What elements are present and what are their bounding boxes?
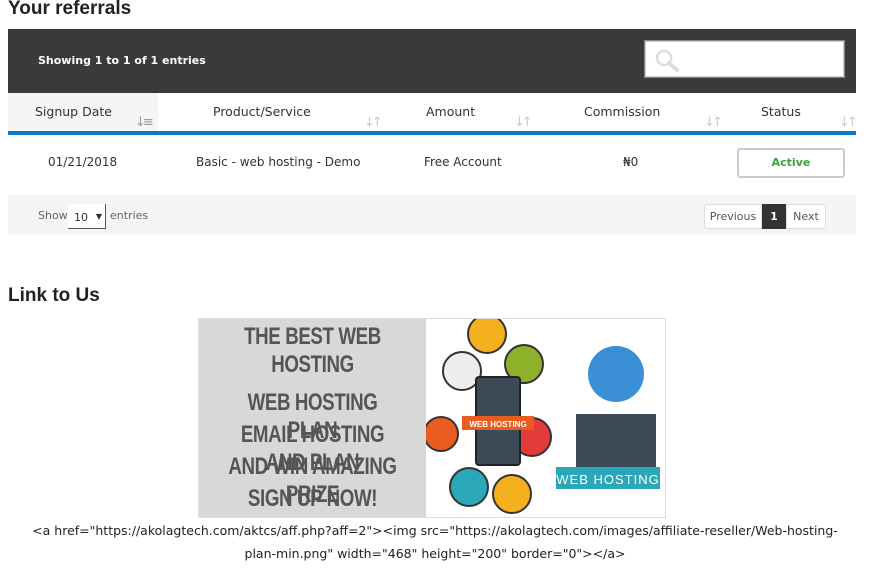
- banner-line: THE BEST WEB HOSTING: [244, 323, 381, 378]
- table-footer: Show 10 ▼ entries Previous 1 Next: [8, 195, 856, 235]
- show-label: Show: [38, 209, 68, 222]
- page-size-select[interactable]: 10 ▼: [68, 204, 106, 229]
- search-input[interactable]: [645, 41, 844, 77]
- banner-text-panel: THE BEST WEB HOSTING WEB HOSTING PLAN EM…: [199, 319, 426, 517]
- table-row: 01/21/2018 Basic - web hosting - Demo Fr…: [8, 135, 856, 195]
- status-badge: Active: [737, 148, 845, 178]
- ribbon-text: WEB HOSTING: [469, 420, 526, 429]
- commission: ₦0: [623, 155, 639, 169]
- col-signup-date[interactable]: Signup Date ↓≡: [8, 93, 158, 131]
- hosting-illustration: WEB HOSTING WEB HOSTING: [426, 319, 660, 514]
- col-amount[interactable]: Amount ↓↑: [388, 93, 535, 131]
- col-product[interactable]: Product/Service ↓↑: [158, 93, 388, 131]
- page-size-value: 10: [74, 211, 88, 224]
- table-toolbar: Showing 1 to 1 of 1 entries: [8, 29, 856, 93]
- banner-line: SIGN UP NOW!: [247, 485, 378, 512]
- signup-date: 01/21/2018: [48, 155, 118, 169]
- next-button[interactable]: Next: [786, 204, 826, 229]
- banner-embed-code[interactable]: <a href="https://akolagtech.com/aktcs/af…: [20, 519, 850, 565]
- entries-info: Showing 1 to 1 of 1 entries: [38, 54, 206, 67]
- amount: Free Account: [424, 155, 502, 169]
- link-title: Link to Us: [8, 285, 100, 306]
- page-1-button[interactable]: 1: [762, 204, 786, 229]
- col-commission[interactable]: Commission ↓↑: [535, 93, 723, 131]
- table-header: Signup Date ↓≡ Product/Service ↓↑ Amount ↓↑…: [8, 93, 858, 131]
- previous-button[interactable]: Previous: [704, 204, 762, 229]
- entries-label: entries: [110, 209, 149, 222]
- product: Basic - web hosting - Demo: [196, 155, 361, 169]
- caret-down-icon: ▼: [95, 212, 102, 221]
- col-status[interactable]: Status ↓↑: [720, 93, 858, 131]
- search-icon: [655, 49, 679, 72]
- referrals-title: Your referrals: [8, 0, 132, 19]
- ribbon-text: WEB HOSTING: [556, 472, 659, 487]
- affiliate-banner[interactable]: THE BEST WEB HOSTING WEB HOSTING PLAN EM…: [198, 318, 666, 518]
